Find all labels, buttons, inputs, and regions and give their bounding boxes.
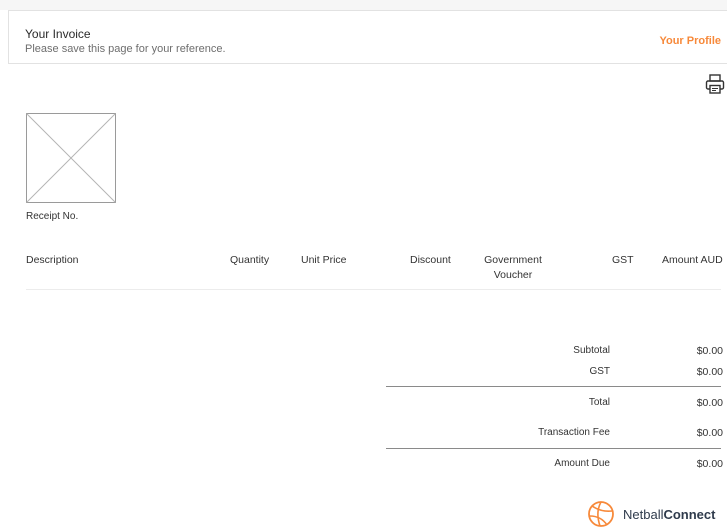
summary-divider-1 (386, 386, 721, 387)
subtotal-label: Subtotal (573, 345, 610, 356)
netball-icon (588, 501, 614, 527)
col-gst: GST (612, 254, 634, 266)
brand-name-part2: Connect (663, 506, 716, 522)
transaction-fee-label: Transaction Fee (538, 427, 610, 438)
col-government-voucher: Government Voucher (478, 254, 548, 281)
amount-due-label: Amount Due (554, 458, 610, 469)
col-amount: Amount AUD (662, 254, 723, 266)
page-title: Your Invoice (25, 27, 91, 41)
top-strip (0, 0, 727, 10)
table-divider (26, 289, 721, 290)
transaction-fee-value: $0.00 (696, 427, 723, 439)
brand-name: NetballConnect (623, 507, 715, 522)
col-government-voucher-line1: Government (484, 254, 542, 266)
col-quantity: Quantity (230, 254, 270, 266)
col-government-voucher-line2: Voucher (493, 269, 533, 281)
summary-divider-2 (386, 448, 721, 449)
col-discount: Discount (410, 254, 451, 266)
col-unit-price: Unit Price (301, 254, 347, 266)
gst-label: GST (589, 366, 610, 377)
image-placeholder-icon (26, 113, 116, 203)
amount-due-value: $0.00 (696, 458, 723, 470)
your-profile-link[interactable]: Your Profile (659, 35, 721, 47)
printer-icon[interactable] (705, 73, 725, 95)
total-value: $0.00 (696, 397, 723, 409)
col-description: Description (26, 254, 79, 266)
subtotal-value: $0.00 (696, 345, 723, 357)
netball-connect-logo: NetballConnect (587, 499, 715, 529)
brand-name-part1: Netball (623, 506, 664, 522)
receipt-number-label: Receipt No. (26, 211, 79, 222)
page-subtitle: Please save this page for your reference… (25, 43, 226, 55)
invoice-header: Your Invoice Please save this page for y… (8, 10, 727, 64)
gst-value: $0.00 (696, 366, 723, 378)
total-label: Total (588, 397, 610, 408)
